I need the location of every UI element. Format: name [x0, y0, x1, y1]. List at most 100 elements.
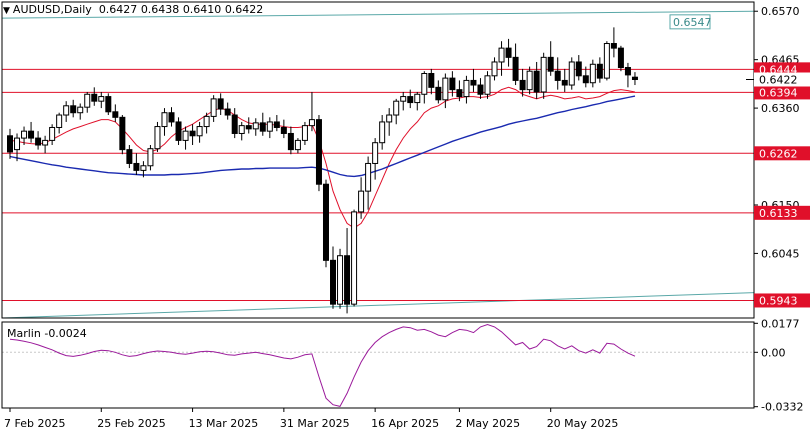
- candle-body-bear: [610, 43, 617, 49]
- candle: [322, 179, 329, 268]
- candle: [526, 66, 533, 95]
- candle-body-bear: [245, 125, 252, 130]
- candle: [491, 57, 498, 81]
- candle: [238, 121, 245, 141]
- candle: [344, 228, 351, 314]
- candle: [196, 121, 203, 143]
- candle-body-bear: [28, 130, 35, 139]
- candle: [175, 117, 182, 146]
- candle: [308, 91, 315, 132]
- candle: [484, 71, 491, 99]
- candle: [147, 145, 154, 171]
- candle-body-bull: [266, 121, 273, 132]
- time-axis[interactable]: 7 Feb 2025 25 Feb 2025 13 Mar 2025 31 Mar 2…: [4, 408, 618, 430]
- trend-channel: [1, 10, 755, 319]
- candle-body-bear: [168, 112, 175, 123]
- candle-body-bull: [337, 255, 344, 305]
- chart-canvas: 0.65700.64650.63600.61500.60450.64440.63…: [1, 1, 810, 430]
- candle-body-bull: [365, 162, 372, 192]
- candle: [245, 117, 252, 134]
- candle-body-bear: [617, 47, 624, 69]
- chart-frame: [1, 1, 755, 409]
- candle: [330, 246, 337, 309]
- candles: [7, 27, 638, 314]
- channel-price-label: 0.6547: [673, 16, 712, 29]
- candle: [505, 38, 512, 67]
- time-tick-label: 31 Mar 2025: [280, 417, 350, 430]
- candle: [435, 80, 442, 104]
- candle: [498, 41, 505, 76]
- candle: [463, 75, 470, 104]
- low-value: 0.6410: [182, 3, 222, 16]
- candle: [470, 68, 477, 92]
- candle-body-bull: [238, 125, 245, 134]
- candle: [7, 128, 13, 159]
- candle: [126, 145, 133, 169]
- candle-body-bear: [224, 108, 231, 116]
- price-tick-label: 0.6570: [761, 5, 800, 18]
- candle-body-bear: [217, 98, 224, 110]
- candle-body-bull: [603, 43, 610, 79]
- time-tick-label: 20 May 2025: [547, 417, 619, 430]
- time-tick-label: 25 Feb 2025: [97, 417, 165, 430]
- candle-body-bull: [484, 75, 491, 95]
- candle-body-bear: [582, 75, 589, 84]
- candle-body-bear: [315, 119, 322, 185]
- candle: [379, 115, 386, 150]
- indicator-pane-border: [1, 321, 755, 409]
- candle: [351, 209, 358, 307]
- candle: [533, 61, 540, 99]
- candle-body-bull: [210, 98, 217, 117]
- candle: [119, 115, 126, 155]
- candle: [168, 107, 175, 127]
- candle-body-bull: [140, 165, 147, 171]
- candle: [400, 91, 407, 111]
- candle-body-bear: [35, 137, 42, 146]
- candle-body-bull: [98, 96, 105, 102]
- candle: [63, 101, 70, 122]
- candle-body-bull: [379, 121, 386, 144]
- candle: [56, 112, 63, 134]
- price-tick-label: 0.6360: [761, 102, 800, 115]
- candle-body-bear: [112, 111, 119, 118]
- candle-body-bull: [421, 73, 428, 95]
- symbol-label: AUDUSD,Daily: [12, 3, 92, 16]
- indicator-name: Marlin: [7, 327, 41, 340]
- candle: [512, 43, 519, 86]
- level-lines: [2, 68, 754, 301]
- collapse-triangle-icon[interactable]: ▼: [3, 6, 10, 16]
- candle-body-bear: [435, 86, 442, 101]
- candle: [603, 41, 610, 81]
- candle-body-bear: [456, 89, 463, 98]
- candle: [386, 108, 393, 136]
- candle-body-bull: [203, 115, 210, 128]
- candle-body-bear: [231, 114, 238, 134]
- candle-body-bull: [14, 137, 21, 151]
- level-price-label: 0.5943: [759, 294, 798, 307]
- candle: [28, 121, 35, 143]
- candle: [70, 99, 77, 118]
- close-value: 0.6422: [224, 3, 264, 16]
- candle-body-bear: [596, 63, 603, 79]
- candle: [77, 103, 84, 120]
- candle-body-bear: [407, 96, 414, 104]
- candle: [554, 57, 561, 90]
- candle-body-bull: [49, 126, 56, 141]
- candle-body-bear: [273, 121, 280, 128]
- candle-body-bear: [322, 183, 329, 261]
- osc-tick-label: 0.00: [761, 346, 786, 359]
- candle: [337, 248, 344, 309]
- candle-body-bull: [196, 126, 203, 137]
- candle-body-bull: [301, 125, 308, 141]
- candle: [365, 156, 372, 210]
- candle-body-bull: [63, 105, 70, 116]
- chart-title: ▼ AUDUSD,Daily 0.6427 0.6438 0.6410 0.642…: [3, 3, 263, 16]
- candle: [266, 117, 273, 139]
- candle-body-bear: [477, 84, 484, 95]
- candle-body-bull: [400, 96, 407, 102]
- candle-body-bull: [154, 126, 161, 150]
- candle: [540, 52, 547, 99]
- candle: [42, 135, 49, 154]
- candle: [589, 59, 596, 88]
- candle-body-bull: [491, 61, 498, 77]
